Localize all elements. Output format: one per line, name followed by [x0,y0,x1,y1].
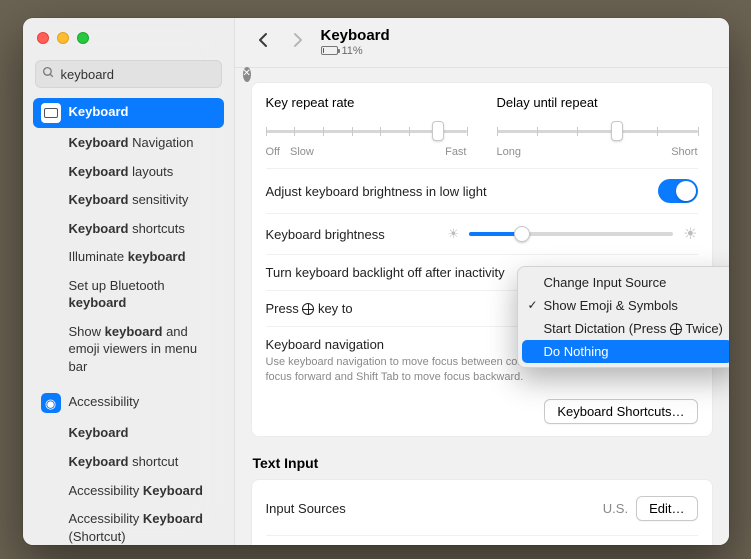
scale-long: Long [497,146,521,158]
key-repeat-slider[interactable] [266,120,467,142]
delay-block: Delay until repeat Long Short [497,95,698,158]
scale-off: Off [266,146,280,158]
key-repeat-label: Key repeat rate [266,95,467,110]
sidebar-item-label: Set up Bluetooth keyboard [69,277,216,312]
auto-brightness-toggle[interactable] [658,179,698,203]
sun-high-icon: ☀︎ [683,224,697,244]
battery-pct: 11% [342,45,363,57]
slider-knob[interactable] [611,121,623,141]
sidebar-item-label: Illuminate keyboard [69,248,216,266]
text-input-section-title: Text Input [253,455,711,471]
sidebar-item-label: Accessibility Keyboard [69,482,216,500]
search-field[interactable]: ✕ [35,60,222,88]
delay-label: Delay until repeat [497,95,698,110]
input-sources-label: Input Sources [266,501,346,516]
accessibility-icon: ◉ [41,393,61,413]
sidebar-item[interactable]: Accessibility Keyboard [33,477,224,505]
sidebar-item-label: Keyboard shortcut [69,453,216,471]
globe-icon [302,303,314,315]
sidebar-item-label: Keyboard shortcuts [69,220,216,238]
sidebar-item-label: Keyboard [69,424,216,442]
header: Keyboard 11% [235,18,729,68]
sidebar-item[interactable]: ◉ Accessibility [33,388,224,418]
menu-item[interactable]: Change Input Source [522,271,729,294]
keyboard-shortcuts-button[interactable]: Keyboard Shortcuts… [544,399,697,424]
battery-icon [321,46,338,55]
sidebar-item-label: Keyboard layouts [69,163,216,181]
sun-low-icon: ☀︎ [448,226,460,242]
sidebar-item[interactable]: Keyboard Navigation [33,129,224,157]
input-sources-value: U.S. [603,501,628,516]
sidebar-item[interactable]: Keyboard shortcut [33,448,224,476]
sidebar-item[interactable]: Keyboard layouts [33,158,224,186]
sidebar-item[interactable]: Illuminate keyboard [33,243,224,271]
globe-key-menu[interactable]: Change Input SourceShow Emoji & SymbolsS… [517,266,729,368]
sidebar-item-label: Show keyboard and emoji viewers in menu … [69,323,216,376]
key-repeat-block: Key repeat rate Off Slow Fast [266,95,467,158]
zoom-window-button[interactable] [77,32,89,44]
sidebar-item[interactable]: Keyboard [33,98,224,128]
menu-item[interactable]: Start Dictation (Press Twice) [522,317,729,340]
brightness-slider[interactable] [469,224,673,244]
menu-item[interactable]: Do Nothing [522,340,729,363]
edit-input-sources-button[interactable]: Edit… [636,496,697,521]
menu-item[interactable]: Show Emoji & Symbols [522,294,729,317]
main-panel: Keyboard 11% Key repeat rate [235,18,729,545]
forward-button[interactable] [287,32,309,53]
scale-fast: Fast [445,146,466,158]
sidebar-item[interactable]: Show keyboard and emoji viewers in menu … [33,318,224,381]
sidebar-item[interactable]: Set up Bluetooth keyboard [33,272,224,317]
brightness-label: Keyboard brightness [266,227,385,242]
sidebar-item-label: Keyboard [69,103,216,121]
sidebar-item-label: Accessibility Keyboard (Shortcut) [69,510,216,545]
sidebar: ✕ Keyboard Keyboard Navigation Keyboard la… [23,18,235,545]
minimize-window-button[interactable] [57,32,69,44]
sidebar-item[interactable]: Keyboard sensitivity [33,186,224,214]
close-window-button[interactable] [37,32,49,44]
scale-short: Short [671,146,697,158]
text-input-card: Input Sources U.S. Edit… Text Replacemen… [251,479,713,545]
keyboard-card: Key repeat rate Off Slow Fast [251,82,713,437]
window-controls [23,18,234,52]
back-button[interactable] [253,32,275,53]
battery-status: 11% [321,45,390,57]
press-globe-label: Press key to [266,301,353,316]
auto-brightness-label: Adjust keyboard brightness in low light [266,184,487,199]
sidebar-item-label: Keyboard sensitivity [69,191,216,209]
sidebar-item[interactable]: Keyboard shortcuts [33,215,224,243]
content-scroll[interactable]: Key repeat rate Off Slow Fast [235,68,729,545]
sidebar-item-label: Keyboard Navigation [69,134,216,152]
slider-knob[interactable] [432,121,444,141]
backlight-off-label: Turn keyboard backlight off after inacti… [266,265,505,280]
globe-icon [670,323,682,335]
search-input[interactable] [61,67,237,82]
settings-window: ✕ Keyboard Keyboard Navigation Keyboard la… [23,18,729,545]
page-title: Keyboard [321,28,390,45]
sidebar-item[interactable]: Accessibility Keyboard (Shortcut) [33,505,224,545]
sidebar-item-label: Accessibility [69,393,216,411]
keyboard-icon [41,103,61,123]
sidebar-list[interactable]: Keyboard Keyboard Navigation Keyboard layo… [23,98,234,545]
sidebar-item[interactable]: Keyboard [33,419,224,447]
search-icon [42,66,55,82]
scale-slow: Slow [290,146,314,158]
delay-slider[interactable] [497,120,698,142]
